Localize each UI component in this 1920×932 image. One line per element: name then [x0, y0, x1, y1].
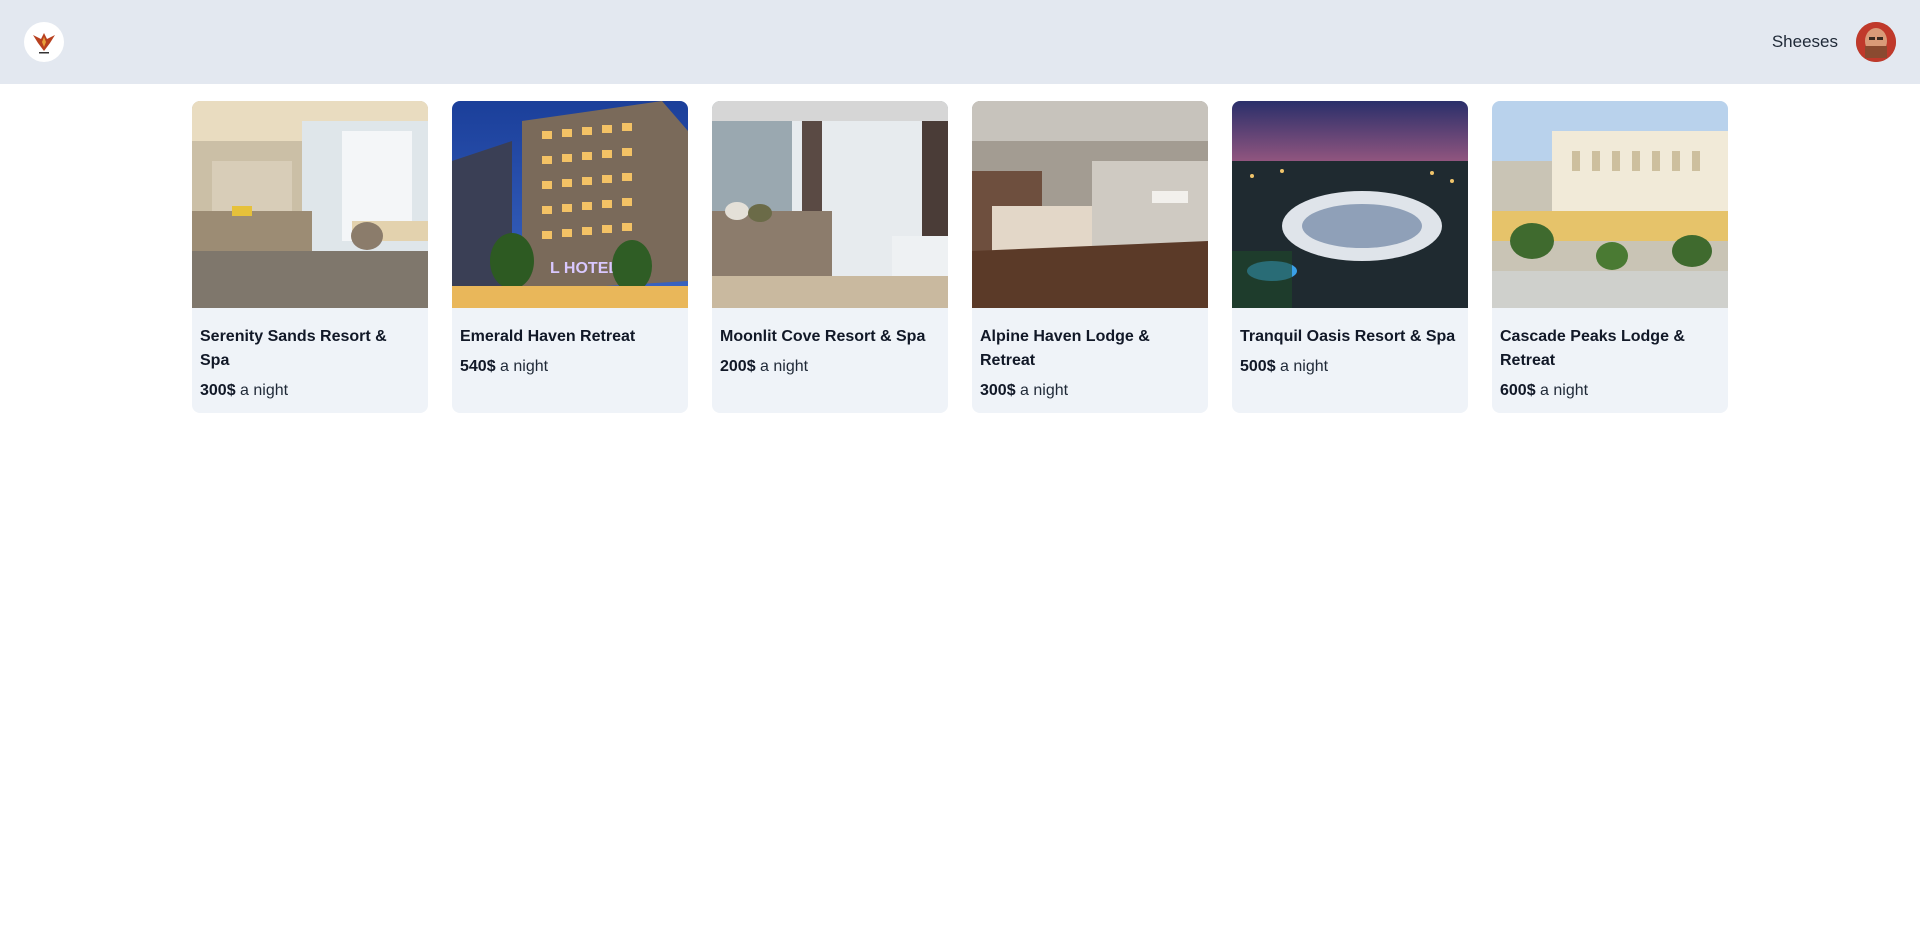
- listing-name: Tranquil Oasis Resort & Spa: [1240, 328, 1456, 345]
- svg-text:L HOTEL: L HOTEL: [550, 260, 618, 277]
- listing-image[interactable]: [1492, 101, 1728, 308]
- listing-price: 600$ a night: [1500, 382, 1589, 399]
- user-menu[interactable]: Sheeses: [1772, 22, 1896, 62]
- listing-image[interactable]: [712, 101, 948, 308]
- top-navbar: Sheeses: [0, 0, 1920, 84]
- listing-image[interactable]: [192, 101, 428, 308]
- listing-card[interactable]: Alpine Haven Lodge & Retreat 300$ a nigh…: [972, 101, 1208, 413]
- listing-price: 540$ a night: [460, 358, 549, 375]
- listing-price: 500$ a night: [1240, 358, 1329, 375]
- listing-image[interactable]: L HOTEL: [452, 101, 688, 308]
- listing-name: Cascade Peaks Lodge & Retreat: [1500, 328, 1685, 369]
- listing-card[interactable]: Cascade Peaks Lodge & Retreat 600$ a nig…: [1492, 101, 1728, 413]
- listing-image[interactable]: [1232, 101, 1468, 308]
- listing-card[interactable]: L HOTEL Emerald Haven Retreat 540$ a nig…: [452, 101, 688, 413]
- listing-price: 300$ a night: [200, 382, 289, 399]
- listings-grid: Serenity Sands Resort & Spa 300$ a night…: [192, 101, 1728, 413]
- listing-price: 300$ a night: [980, 382, 1069, 399]
- listing-card[interactable]: Serenity Sands Resort & Spa 300$ a night: [192, 101, 428, 413]
- listing-name: Emerald Haven Retreat: [460, 328, 636, 345]
- username-label[interactable]: Sheeses: [1772, 32, 1838, 52]
- listing-name: Alpine Haven Lodge & Retreat: [980, 328, 1150, 369]
- listing-card[interactable]: Moonlit Cove Resort & Spa 200$ a night: [712, 101, 948, 413]
- phoenix-logo-icon[interactable]: [24, 22, 64, 62]
- listing-price: 200$ a night: [720, 358, 809, 375]
- listing-name: Moonlit Cove Resort & Spa: [720, 328, 926, 345]
- user-avatar[interactable]: [1856, 22, 1896, 62]
- listing-card[interactable]: Tranquil Oasis Resort & Spa 500$ a night: [1232, 101, 1468, 413]
- listing-name: Serenity Sands Resort & Spa: [200, 328, 387, 369]
- listing-image[interactable]: [972, 101, 1208, 308]
